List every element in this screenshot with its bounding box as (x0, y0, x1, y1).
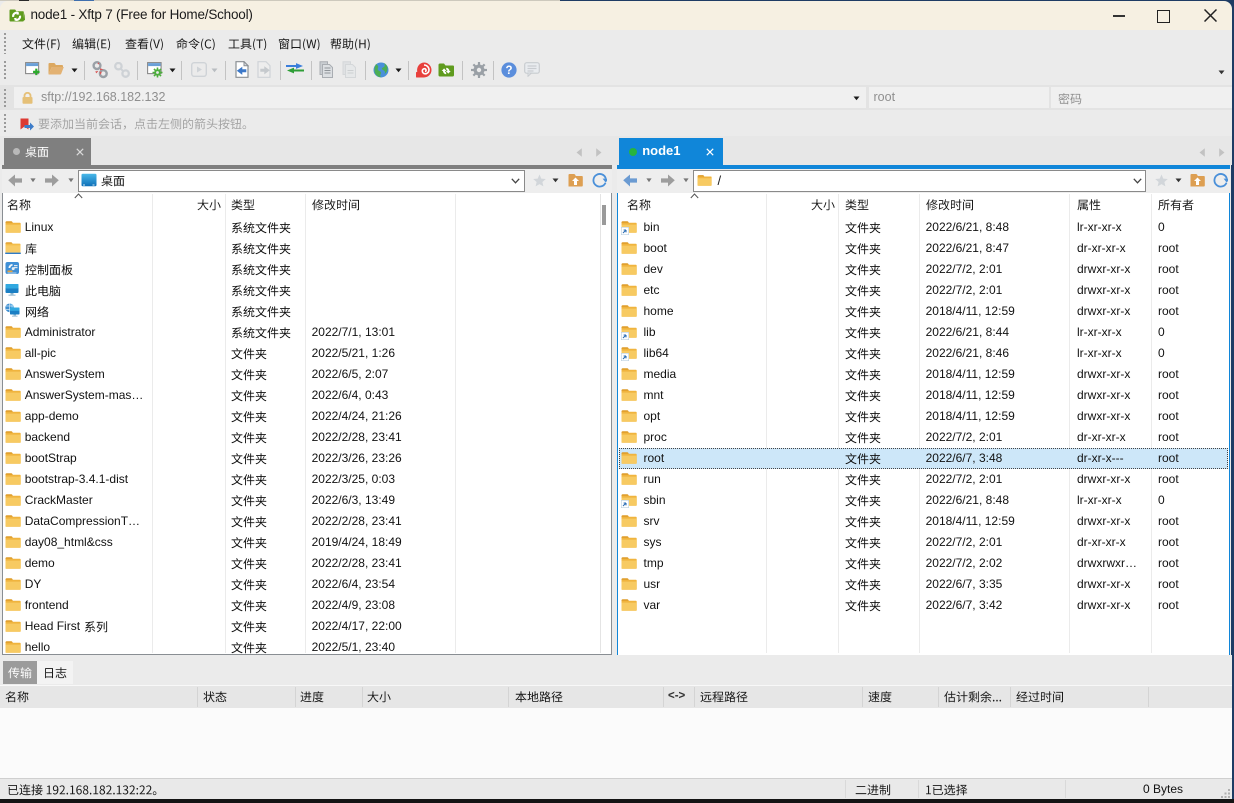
svg-text:?: ? (505, 65, 512, 77)
